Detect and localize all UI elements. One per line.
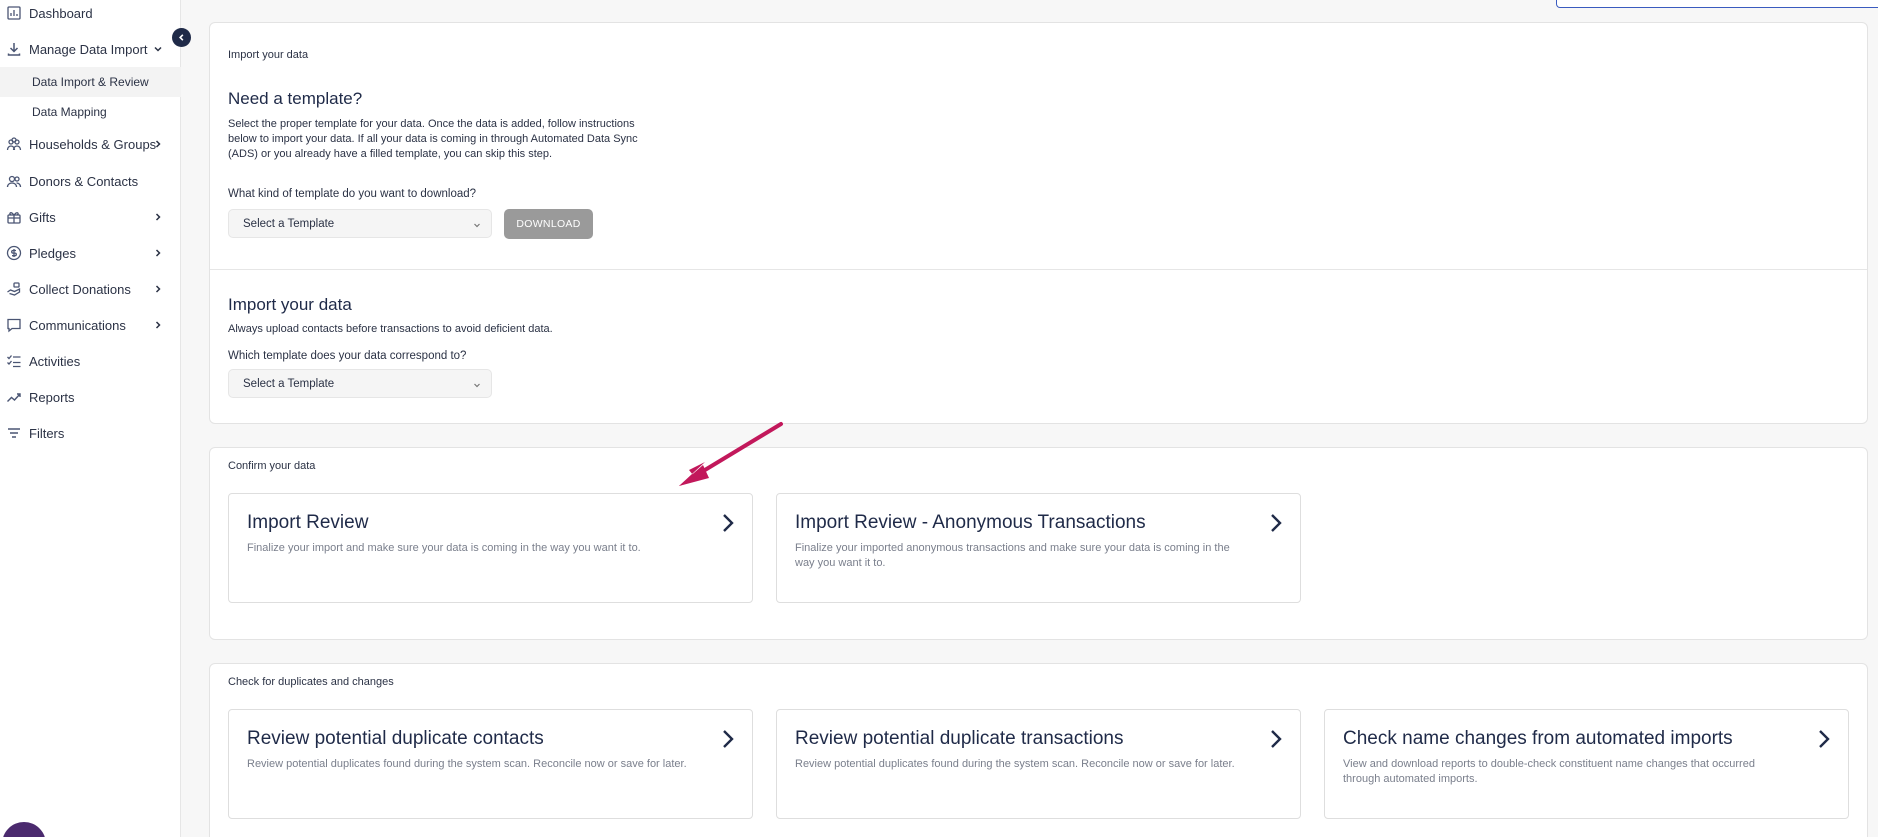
sidebar-subitem-label: Data Import & Review bbox=[32, 75, 149, 89]
sidebar-item-label: Filters bbox=[29, 425, 65, 441]
chevron-right-icon bbox=[153, 211, 163, 223]
duplicates-panel: Check for duplicates and changes Review … bbox=[209, 663, 1868, 837]
gift-icon bbox=[6, 209, 22, 225]
card-title: Check name changes from automated import… bbox=[1343, 728, 1733, 749]
sidebar-item-gifts[interactable]: Gifts bbox=[0, 202, 181, 232]
chevron-down-icon bbox=[473, 220, 481, 228]
sidebar-item-label: Manage Data Import bbox=[29, 41, 148, 57]
chart-line-icon bbox=[6, 389, 22, 405]
duplicate-contacts-card[interactable]: Review potential duplicate contacts Revi… bbox=[228, 709, 753, 819]
chevron-right-icon bbox=[153, 138, 163, 150]
chevron-right-icon bbox=[153, 319, 163, 331]
download-button[interactable]: DOWNLOAD bbox=[504, 209, 593, 239]
chevron-left-icon bbox=[179, 34, 184, 41]
sidebar-subitem-data-import-review[interactable]: Data Import & Review bbox=[0, 67, 181, 97]
sidebar-item-label: Gifts bbox=[29, 209, 56, 225]
collapse-sidebar-button[interactable] bbox=[172, 28, 191, 47]
duplicate-transactions-card[interactable]: Review potential duplicate transactions … bbox=[776, 709, 1301, 819]
sidebar-item-filters[interactable]: Filters bbox=[0, 418, 181, 448]
select-value: Select a Template bbox=[243, 377, 335, 390]
name-changes-card[interactable]: Check name changes from automated import… bbox=[1324, 709, 1849, 819]
sidebar-item-reports[interactable]: Reports bbox=[0, 382, 181, 412]
card-description: View and download reports to double-chec… bbox=[1343, 758, 1755, 785]
select-value: Select a Template bbox=[243, 217, 335, 230]
sidebar-item-communications[interactable]: Communications bbox=[0, 310, 181, 340]
sidebar-item-label: Households & Groups bbox=[29, 136, 157, 152]
sidebar: Dashboard Manage Data Import Data Import… bbox=[0, 0, 181, 837]
import-heading: Import your data bbox=[228, 295, 352, 314]
template-question: What kind of template do you want to dow… bbox=[228, 188, 477, 200]
sidebar-item-label: Collect Donations bbox=[29, 281, 131, 297]
sidebar-item-label: Pledges bbox=[29, 245, 76, 261]
import-data-panel: Import your data Need a template? Select… bbox=[209, 22, 1868, 424]
section-label: Import your data bbox=[228, 49, 309, 61]
top-search-box[interactable] bbox=[1556, 0, 1878, 8]
chevron-right-icon bbox=[153, 247, 163, 259]
section-label: Check for duplicates and changes bbox=[228, 676, 394, 688]
collect-icon bbox=[6, 281, 22, 297]
import-template-select[interactable]: Select a Template bbox=[228, 369, 492, 398]
section-label: Confirm your data bbox=[228, 460, 316, 472]
card-description: Finalize your imported anonymous transac… bbox=[795, 542, 1230, 569]
confirm-data-panel: Confirm your data Import Review Finalize… bbox=[209, 447, 1868, 640]
card-description: Review potential duplicates found during… bbox=[247, 758, 687, 770]
card-description: Review potential duplicates found during… bbox=[795, 758, 1235, 770]
template-heading: Need a template? bbox=[228, 89, 363, 108]
chevron-right-icon bbox=[1268, 512, 1284, 534]
chevron-right-icon bbox=[1268, 728, 1284, 750]
sidebar-item-dashboard[interactable]: Dashboard bbox=[0, 0, 181, 28]
filter-icon bbox=[6, 425, 22, 441]
sidebar-item-pledges[interactable]: Pledges bbox=[0, 238, 181, 268]
sidebar-subitem-data-mapping[interactable]: Data Mapping bbox=[0, 97, 181, 127]
chevron-right-icon bbox=[1816, 728, 1832, 750]
sidebar-item-activities[interactable]: Activities bbox=[0, 346, 181, 376]
download-icon bbox=[6, 41, 22, 57]
sidebar-item-collect-donations[interactable]: Collect Donations bbox=[0, 274, 181, 304]
import-question: Which template does your data correspond… bbox=[228, 350, 467, 362]
pledge-icon bbox=[6, 245, 22, 261]
card-title: Review potential duplicate transactions bbox=[795, 728, 1124, 749]
avatar[interactable] bbox=[2, 822, 46, 837]
sidebar-item-label: Reports bbox=[29, 389, 75, 405]
contacts-icon bbox=[6, 173, 22, 189]
sidebar-subitem-label: Data Mapping bbox=[32, 105, 107, 119]
app-root: Dashboard Manage Data Import Data Import… bbox=[0, 0, 1878, 837]
chevron-right-icon bbox=[720, 728, 736, 750]
sidebar-item-manage-data-import[interactable]: Manage Data Import bbox=[0, 34, 181, 64]
card-title: Import Review bbox=[247, 512, 369, 533]
sidebar-item-label: Activities bbox=[29, 353, 81, 369]
template-download-select[interactable]: Select a Template bbox=[228, 209, 492, 238]
checklist-icon bbox=[6, 353, 22, 369]
sidebar-item-label: Donors & Contacts bbox=[29, 173, 139, 189]
chevron-right-icon bbox=[153, 283, 163, 295]
chat-icon bbox=[6, 317, 22, 333]
divider bbox=[210, 269, 1867, 270]
sidebar-item-label: Communications bbox=[29, 317, 126, 333]
template-description: Select the proper template for your data… bbox=[228, 118, 638, 160]
import-description: Always upload contacts before transactio… bbox=[228, 323, 553, 335]
chevron-down-icon bbox=[153, 43, 163, 55]
sidebar-item-households-groups[interactable]: Households & Groups bbox=[0, 129, 181, 159]
households-icon bbox=[6, 136, 22, 152]
chevron-right-icon bbox=[720, 512, 736, 534]
sidebar-item-label: Dashboard bbox=[29, 5, 93, 21]
import-review-card[interactable]: Import Review Finalize your import and m… bbox=[228, 493, 753, 603]
card-title: Review potential duplicate contacts bbox=[247, 728, 544, 749]
card-description: Finalize your import and make sure your … bbox=[247, 542, 641, 554]
sidebar-item-donors-contacts[interactable]: Donors & Contacts bbox=[0, 166, 181, 196]
import-review-anonymous-card[interactable]: Import Review - Anonymous Transactions F… bbox=[776, 493, 1301, 603]
card-title: Import Review - Anonymous Transactions bbox=[795, 512, 1146, 533]
dashboard-icon bbox=[6, 5, 22, 21]
chevron-down-icon bbox=[473, 380, 481, 388]
